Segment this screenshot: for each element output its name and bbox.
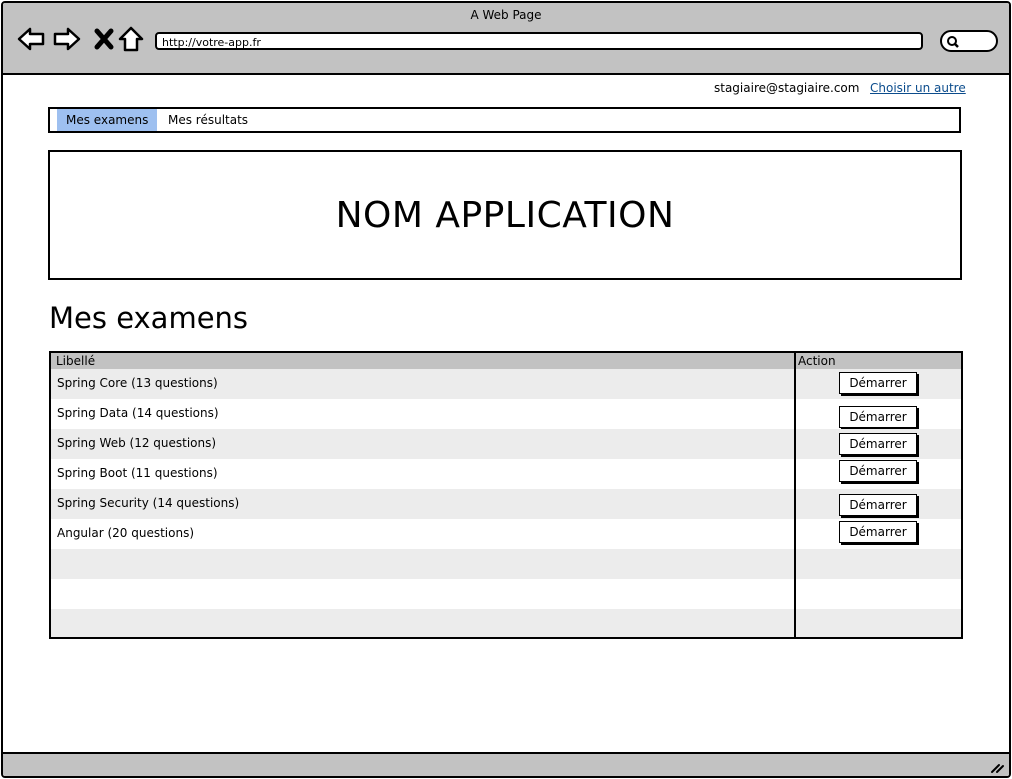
start-exam-button[interactable]: Démarrer <box>839 406 917 428</box>
table-row: Spring Data (14 questions) Démarrer <box>51 399 961 429</box>
table-row: Angular (20 questions) Démarrer <box>51 519 961 549</box>
page-title: Mes examens <box>49 301 249 335</box>
back-arrow-icon[interactable] <box>17 25 45 53</box>
switch-user-link[interactable]: Choisir un autre <box>870 81 966 95</box>
browser-search-field[interactable] <box>940 30 998 52</box>
stop-icon[interactable] <box>91 25 119 53</box>
tab-mes-examens[interactable]: Mes examens <box>57 109 158 131</box>
browser-window: A Web Page http://votre-app.fr stagiaire… <box>1 1 1011 778</box>
table-row: Spring Boot (11 questions) Démarrer <box>51 459 961 489</box>
exam-label: Angular (20 questions) <box>57 526 195 540</box>
exam-label: Spring Security (14 questions) <box>57 496 240 510</box>
start-exam-button[interactable]: Démarrer <box>839 372 917 394</box>
app-title: NOM APPLICATION <box>335 194 675 236</box>
column-divider <box>794 353 796 637</box>
table-row: Spring Core (13 questions) Démarrer <box>51 369 961 399</box>
tab-bar: Mes examens Mes résultats <box>48 107 961 133</box>
start-exam-button[interactable]: Démarrer <box>839 521 917 543</box>
resize-grip-icon[interactable] <box>989 758 1005 774</box>
exam-label: Spring Data (14 questions) <box>57 406 219 420</box>
url-input[interactable]: http://votre-app.fr <box>155 32 923 50</box>
exam-label: Spring Web (12 questions) <box>57 436 217 450</box>
start-exam-button[interactable]: Démarrer <box>839 494 917 516</box>
browser-chrome: A Web Page http://votre-app.fr <box>3 3 1009 75</box>
table-row: Spring Security (14 questions) Démarrer <box>51 489 961 519</box>
exam-label: Spring Core (13 questions) <box>57 376 218 390</box>
start-exam-button[interactable]: Démarrer <box>839 433 917 455</box>
start-exam-button[interactable]: Démarrer <box>839 460 917 482</box>
column-header-action[interactable]: Action <box>798 354 836 368</box>
empty-table-row <box>51 609 961 637</box>
user-email: stagiaire@stagiaire.com <box>714 81 860 95</box>
table-row: Spring Web (12 questions) Démarrer <box>51 429 961 459</box>
exam-label: Spring Boot (11 questions) <box>57 466 218 480</box>
search-icon <box>947 36 959 48</box>
forward-arrow-icon[interactable] <box>53 25 81 53</box>
tab-mes-resultats[interactable]: Mes résultats <box>159 109 257 131</box>
empty-table-row <box>51 579 961 609</box>
table-header: Libellé Action <box>51 353 961 369</box>
home-icon[interactable] <box>117 25 145 53</box>
empty-table-row <box>51 549 961 579</box>
status-bar <box>3 752 1009 776</box>
column-header-libelle[interactable]: Libellé <box>56 354 95 368</box>
exams-table: Libellé Action Spring Core (13 questions… <box>49 351 963 639</box>
window-title: A Web Page <box>470 8 542 22</box>
app-banner: NOM APPLICATION <box>48 150 962 280</box>
